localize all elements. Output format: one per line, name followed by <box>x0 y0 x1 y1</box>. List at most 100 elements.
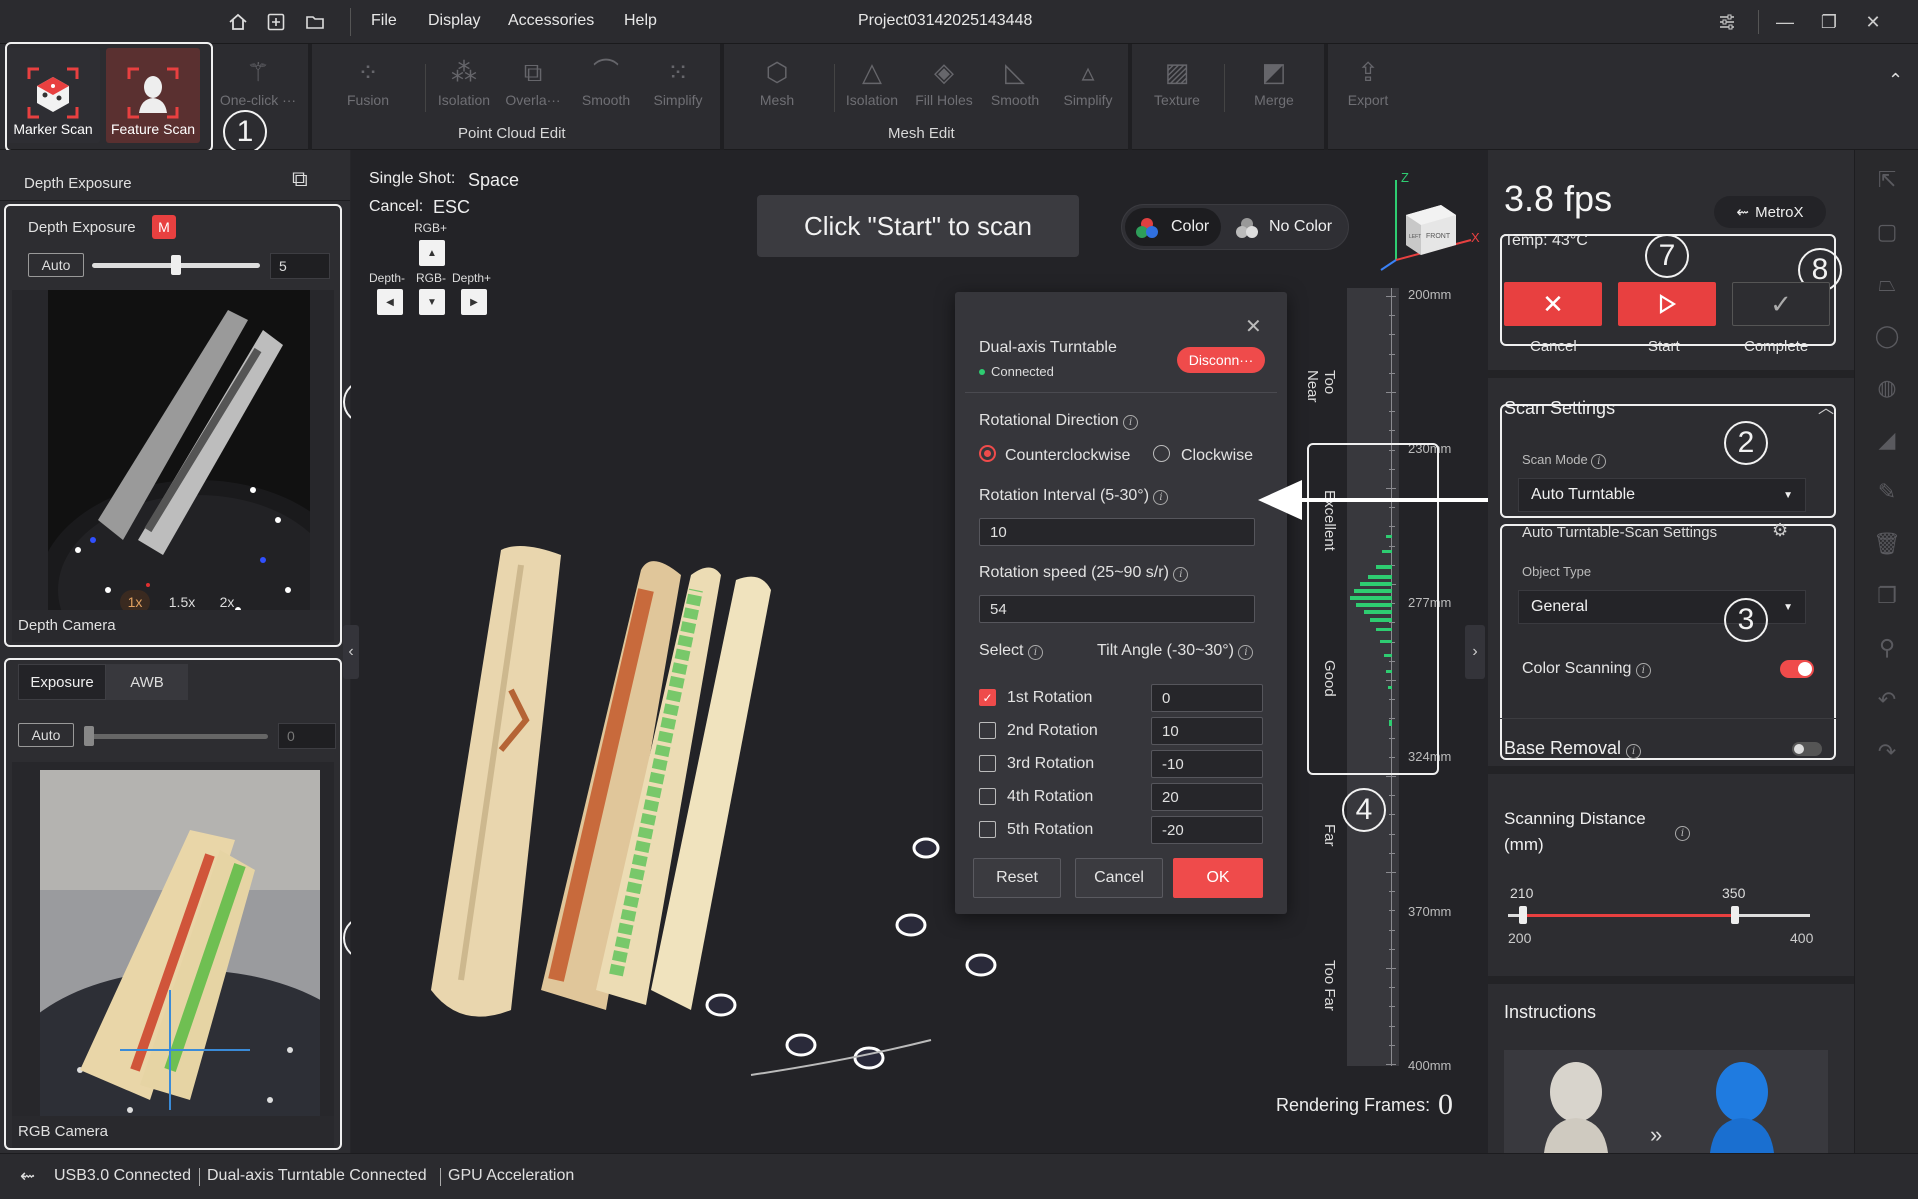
mesh-smooth-icon: ◺ <box>1005 57 1025 87</box>
rotation-checkbox[interactable]: ✓ <box>979 689 996 706</box>
dialog-close-icon[interactable]: ✕ <box>1245 314 1262 339</box>
disconnect-button[interactable]: Disconn··· <box>1177 347 1265 373</box>
lasso-select-icon[interactable]: ◯ <box>1873 322 1901 350</box>
texture-button[interactable]: ▨ Texture <box>1147 52 1207 108</box>
status-divider <box>440 1168 441 1186</box>
slider-thumb[interactable] <box>171 255 181 275</box>
speed-input[interactable]: 54 <box>979 595 1255 623</box>
ruler-minor-tick <box>1389 987 1395 989</box>
settings-gear-icon[interactable]: ⚙ <box>1772 520 1788 541</box>
undo-icon[interactable]: ↶ <box>1873 686 1901 714</box>
tilt-input[interactable]: -20 <box>1151 816 1263 844</box>
pc-smooth-button[interactable]: ⌒ Smooth <box>576 52 636 108</box>
reset-layout-icon[interactable]: ⧉ <box>292 166 308 192</box>
no-color-option[interactable]: No Color <box>1227 208 1347 246</box>
tilt-input[interactable]: 10 <box>1151 717 1263 745</box>
rgb-down-key[interactable]: ▼ <box>419 289 445 315</box>
tilt-input[interactable]: -10 <box>1151 750 1263 778</box>
depth-left-key[interactable]: ◀ <box>377 289 403 315</box>
slider-thumb[interactable] <box>84 726 94 746</box>
base-removal-toggle[interactable] <box>1792 742 1822 756</box>
mode-badge[interactable]: M <box>152 215 176 239</box>
menu-file[interactable]: File <box>371 12 397 30</box>
tab-awb[interactable]: AWB <box>106 664 188 700</box>
scan-start-button[interactable] <box>1618 282 1716 326</box>
overlap-icon: ⧉ <box>523 57 543 87</box>
view-cube[interactable]: FRONT LEFT Z X <box>1371 170 1481 280</box>
tilt-input[interactable]: 20 <box>1151 783 1263 811</box>
minimize-icon[interactable]: — <box>1770 8 1800 36</box>
rotation-checkbox[interactable] <box>979 755 996 772</box>
mesh-button[interactable]: ⬡ Mesh <box>747 52 807 108</box>
plane-cut-icon[interactable]: ◢ <box>1873 426 1901 454</box>
edit-icon[interactable]: ✎ <box>1873 478 1901 506</box>
pointer-select-icon[interactable]: ⇱ <box>1873 166 1901 194</box>
settings-sliders-icon[interactable] <box>1712 8 1742 36</box>
scan-cancel-button[interactable]: ✕ <box>1504 282 1602 326</box>
callout-box-1 <box>5 42 213 152</box>
fusion-icon: ⁘ <box>357 57 379 87</box>
callout-7: 7 <box>1645 234 1689 278</box>
one-click-button[interactable]: ⚚ One-click ··· <box>218 52 298 108</box>
color-icon <box>1136 218 1158 238</box>
menu-display[interactable]: Display <box>428 12 480 30</box>
point-cloud-edit-label: Point Cloud Edit <box>458 125 566 142</box>
callout-4: 4 <box>1342 788 1386 832</box>
tilt-value: 0 <box>1162 689 1171 707</box>
delete-icon[interactable]: 🗑 <box>1873 530 1901 558</box>
depth-right-key[interactable]: ▶ <box>461 289 487 315</box>
depth-exposure-slider[interactable] <box>92 255 260 275</box>
rotation-checkbox[interactable] <box>979 722 996 739</box>
menu-accessories[interactable]: Accessories <box>508 12 594 30</box>
collapse-ribbon-icon[interactable]: ⌃ <box>1888 70 1903 91</box>
depth-auto-button[interactable]: Auto <box>28 253 84 277</box>
collapse-left-icon[interactable]: ‹ <box>343 625 359 679</box>
scan-mode-dropdown[interactable]: Auto Turntable ▼ <box>1518 478 1806 512</box>
scan-complete-button[interactable]: ✓ <box>1732 282 1830 326</box>
ok-button[interactable]: OK <box>1173 858 1263 898</box>
reset-view-icon[interactable]: ⚲ <box>1873 634 1901 662</box>
depth-exposure-value[interactable]: 5 <box>270 253 330 279</box>
rgb-exposure-value[interactable]: 0 <box>278 723 336 749</box>
restore-icon[interactable]: ❐ <box>1814 8 1844 36</box>
export-button[interactable]: ⇪ Export <box>1338 52 1398 108</box>
color-scanning-toggle[interactable] <box>1780 660 1814 678</box>
reset-button[interactable]: Reset <box>973 858 1061 898</box>
pc-overlap-button[interactable]: ⧉ Overla··· <box>503 52 563 108</box>
dialog-cancel-button[interactable]: Cancel <box>1075 858 1163 898</box>
rotation-checkbox[interactable] <box>979 788 996 805</box>
ccw-radio[interactable] <box>979 445 996 462</box>
poly-select-icon[interactable]: ⏢ <box>1873 270 1901 298</box>
mesh-smooth-button[interactable]: ◺ Smooth <box>985 52 1045 108</box>
new-project-icon[interactable] <box>264 10 288 34</box>
open-folder-icon[interactable] <box>303 10 327 34</box>
range-thumb-low[interactable] <box>1519 906 1528 924</box>
tab-exposure[interactable]: Exposure <box>18 664 106 700</box>
rotation-checkbox[interactable] <box>979 821 996 838</box>
pc-isolation-button[interactable]: ⁂ Isolation <box>434 52 494 108</box>
merge-button[interactable]: ◩ Merge <box>1244 52 1304 108</box>
cw-radio[interactable] <box>1153 445 1170 462</box>
fusion-button[interactable]: ⁘ Fusion <box>338 52 398 108</box>
color-option[interactable]: Color <box>1125 208 1221 246</box>
fusion-label: Fusion <box>346 92 390 108</box>
mesh-simplify-button[interactable]: ▵ Simplify <box>1058 52 1118 108</box>
rect-select-icon[interactable]: ▢ <box>1873 218 1901 246</box>
rgb-auto-button[interactable]: Auto <box>18 723 74 747</box>
rgb-exposure-slider[interactable] <box>84 726 268 746</box>
mesh-isolation-button[interactable]: △ Isolation <box>842 52 902 108</box>
metrox-button[interactable]: ⇜ MetroX <box>1714 196 1826 228</box>
home-icon[interactable] <box>226 10 250 34</box>
brush-select-icon[interactable]: ◍ <box>1873 374 1901 402</box>
close-icon[interactable]: ✕ <box>1858 8 1888 36</box>
tilt-input[interactable]: 0 <box>1151 684 1263 712</box>
pc-simplify-button[interactable]: ⁙ Simplify <box>648 52 708 108</box>
menu-help[interactable]: Help <box>624 12 657 30</box>
range-thumb-high[interactable] <box>1730 906 1739 924</box>
duplicate-icon[interactable]: ❐ <box>1873 582 1901 610</box>
collapse-right-icon[interactable]: › <box>1465 625 1485 679</box>
rgb-up-key[interactable]: ▲ <box>419 240 445 266</box>
redo-icon[interactable]: ↷ <box>1873 738 1901 766</box>
interval-input[interactable]: 10 <box>979 518 1255 546</box>
fill-holes-button[interactable]: ◈ Fill Holes <box>914 52 974 108</box>
